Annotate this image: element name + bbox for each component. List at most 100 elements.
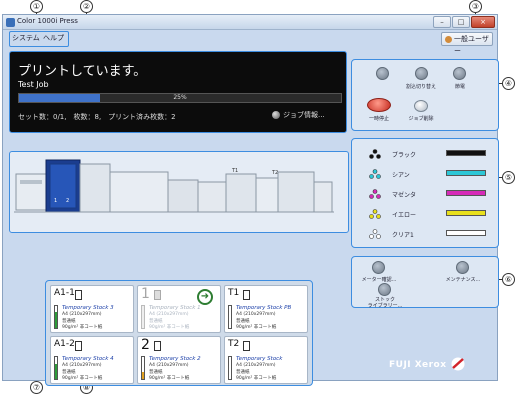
- maximize-button[interactable]: □: [452, 16, 470, 28]
- job-info-button[interactable]: ジョブ情報...: [272, 110, 325, 120]
- paper-icon: [154, 290, 161, 300]
- minimize-button[interactable]: –: [433, 16, 451, 28]
- tray-level-fill: [142, 372, 144, 379]
- maintenance-button[interactable]: [456, 261, 469, 274]
- progress-bar: 25%: [18, 93, 342, 103]
- callout-7: ⑦: [30, 381, 43, 394]
- callout-3: ③: [469, 0, 482, 13]
- toner-name: クリア1: [392, 232, 414, 239]
- svg-text:2: 2: [66, 198, 69, 204]
- app-window: Color 1000i Press – □ × システム ヘルプ 一般ユーザー …: [2, 14, 499, 386]
- brand-logo-text: FUJI Xerox: [389, 360, 447, 370]
- machine-illustration: 1 2 T1 T2: [14, 159, 334, 213]
- paper-tray[interactable]: T2 Temporary Stock A4 (210x297mm) 普通紙 90g/m²…: [224, 336, 308, 384]
- tray-id: 1: [141, 286, 150, 302]
- tray-id: T2: [228, 339, 240, 349]
- toner-row: クリア1: [368, 229, 498, 241]
- toner-level-bar: [446, 170, 486, 176]
- machine-label-t1: T1: [231, 168, 238, 174]
- callout-6: ⑥: [502, 273, 515, 286]
- tray-id: A1-2: [54, 339, 75, 349]
- paper-icon: [243, 341, 250, 351]
- tray-paper-size: A4 (210x297mm): [62, 363, 102, 368]
- button-blank-1[interactable]: [376, 67, 389, 80]
- paper-icon: [243, 290, 250, 300]
- progress-label: 25%: [173, 94, 187, 101]
- paper-tray-panel: A1-1 Temporary Stock 3 A4 (210x297mm) 普通紙 90…: [45, 280, 313, 386]
- user-button[interactable]: 一般ユーザー: [441, 32, 493, 55]
- tray-paper-size: A4 (210x297mm): [236, 363, 276, 368]
- tray-paper-weight: 90g/m² 非コート紙: [62, 325, 103, 330]
- maintenance-label: メンテナンス...: [445, 277, 481, 283]
- paper-tray[interactable]: 1 Temporary Stock 1 A4 (210x297mm) 普通紙 90g/m…: [137, 285, 221, 333]
- paper-tray[interactable]: T1 Temporary Stock PB A4 (210x297mm) 普通紙 90g…: [224, 285, 308, 333]
- power-save-label: 節電: [454, 84, 465, 90]
- interrupt-button[interactable]: [415, 67, 428, 80]
- stock-library-label: ストック ライブラリー...: [367, 297, 403, 309]
- close-button[interactable]: ×: [471, 16, 495, 28]
- paper-tray[interactable]: A1-1 Temporary Stock 3 A4 (210x297mm) 普通紙 90…: [50, 285, 134, 333]
- tray-level-gauge: [54, 356, 58, 380]
- app-icon: [6, 18, 15, 27]
- toner-status-panel: ブラック シアン マゼンタ イエロー クリア1: [351, 138, 499, 248]
- window-title: Color 1000i Press: [17, 17, 78, 25]
- toner-cartridge-icon: [369, 189, 381, 199]
- delete-job-button[interactable]: [414, 100, 428, 112]
- xerox-logo-icon: [451, 357, 465, 371]
- arrow-right-icon[interactable]: ➜: [197, 289, 213, 305]
- tray-id: T1: [228, 288, 240, 298]
- tools-panel: メーター確認... メンテナンス... ストック ライブラリー...: [351, 256, 499, 309]
- toner-row: マゼンタ: [368, 189, 498, 201]
- callout-5: ⑤: [502, 171, 515, 184]
- tray-level-gauge: [54, 305, 58, 329]
- paper-tray[interactable]: 2 Temporary Stock 2 A4 (210x297mm) 普通紙 90g/m…: [137, 336, 221, 384]
- toner-cartridge-icon: [369, 169, 381, 179]
- toner-level-bar: [446, 190, 486, 196]
- screenshot-stage: ① ② ③ ④ ⑤ ⑥ ⑦ ⑧ Color 1000i Press – □ × …: [0, 0, 518, 410]
- menu-help[interactable]: ヘルプ: [43, 32, 64, 45]
- tray-paper-weight: 90g/m² 非コート紙: [149, 325, 190, 330]
- toner-cartridge-icon: [369, 149, 381, 159]
- machine-diagram: 1 2 T1 T2: [9, 151, 349, 233]
- meter-label: メーター確認...: [361, 277, 397, 283]
- status-headline: プリントしています。: [18, 64, 147, 79]
- toner-level-bar: [446, 150, 486, 156]
- callout-4: ④: [502, 77, 515, 90]
- callout-2: ②: [80, 0, 93, 13]
- paper-icon: [75, 290, 82, 300]
- job-info-icon: [272, 111, 280, 119]
- print-status-panel: プリントしています。 Test Job 25% セット数：0/1, 枚数：8, …: [9, 51, 347, 133]
- pause-button[interactable]: [367, 98, 391, 112]
- menu-system[interactable]: システム: [12, 32, 40, 45]
- tray-stock-name: Temporary Stock: [236, 356, 283, 362]
- tray-paper-size: A4 (210x297mm): [236, 312, 276, 317]
- job-name: Test Job: [18, 80, 49, 89]
- tray-level-fill: [55, 363, 57, 379]
- tray-paper-size: A4 (210x297mm): [62, 312, 102, 317]
- machine-label-t2: T2: [271, 170, 278, 176]
- meter-button[interactable]: [372, 261, 385, 274]
- user-button-label: 一般ユーザー: [454, 35, 489, 55]
- toner-cartridge-icon: [369, 209, 381, 219]
- toner-level-bar: [446, 210, 486, 216]
- power-save-button[interactable]: [453, 67, 466, 80]
- title-bar: Color 1000i Press – □ ×: [3, 15, 497, 30]
- tray-stock-name: Temporary Stock 4: [62, 356, 114, 362]
- print-control-panel: 割込切り替え 節電 一時停止 ジョブ削除: [351, 59, 499, 131]
- stock-library-button[interactable]: [378, 283, 391, 296]
- tray-stock-name: Temporary Stock 1: [149, 305, 201, 311]
- tray-id: 2: [141, 337, 150, 353]
- paper-tray[interactable]: A1-2 Temporary Stock 4 A4 (210x297mm) 普通紙 90…: [50, 336, 134, 384]
- toner-row: シアン: [368, 169, 498, 181]
- tray-paper-weight: 90g/m² 非コート紙: [62, 376, 103, 381]
- toner-cartridge-icon: [369, 229, 381, 239]
- delete-job-label: ジョブ削除: [408, 116, 434, 122]
- toner-name: シアン: [392, 172, 410, 179]
- svg-text:1: 1: [54, 198, 57, 204]
- tray-paper-weight: 90g/m² 非コート紙: [236, 376, 277, 381]
- user-icon: [445, 36, 452, 43]
- toner-name: ブラック: [392, 152, 417, 159]
- tray-paper-weight: 90g/m² 非コート紙: [149, 376, 190, 381]
- tray-paper-size: A4 (210x297mm): [149, 363, 189, 368]
- job-counts: セット数：0/1, 枚数：8, プリント済み枚数：2: [18, 113, 176, 121]
